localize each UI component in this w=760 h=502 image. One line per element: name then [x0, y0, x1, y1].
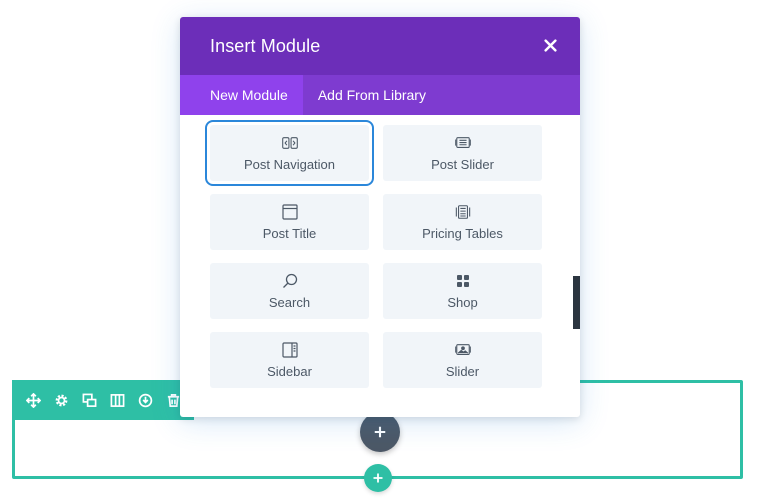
modal-body: Post Navigation Post Slider Post Title P… [180, 115, 580, 417]
module-label: Pricing Tables [422, 226, 503, 241]
tab-add-from-library[interactable]: Add From Library [303, 75, 441, 115]
module-label: Post Title [262, 226, 317, 241]
save-icon[interactable] [136, 391, 154, 409]
module-label: Post Slider [431, 157, 494, 172]
columns-icon[interactable] [108, 391, 126, 409]
tab-new-module[interactable]: New Module [180, 75, 303, 115]
post-navigation-icon [281, 134, 298, 152]
sidebar-icon [281, 341, 298, 359]
slider-icon [454, 341, 471, 359]
post-title-icon [281, 203, 298, 221]
shop-icon [455, 272, 471, 290]
add-module-button[interactable] [360, 412, 400, 452]
close-button[interactable] [542, 37, 558, 53]
module-label: Search [268, 295, 311, 310]
gear-icon[interactable] [52, 391, 70, 409]
module-post-title[interactable]: Post Title [210, 194, 369, 250]
scrollbar[interactable] [573, 276, 580, 329]
module-label: Slider [445, 364, 480, 379]
module-label: Shop [447, 295, 478, 310]
module-label: Post Navigation [243, 157, 336, 172]
module-slider[interactable]: Slider [383, 332, 542, 388]
modal-header: Insert Module [180, 17, 580, 75]
insert-module-modal: Insert Module New Module Add From Librar… [180, 17, 580, 417]
modal-tabs: New Module Add From Library [180, 75, 580, 115]
module-post-navigation[interactable]: Post Navigation [205, 120, 374, 186]
search-icon [282, 272, 298, 290]
module-grid: Post Navigation Post Slider Post Title P… [205, 120, 542, 388]
plus-icon [373, 473, 383, 483]
module-label: Sidebar [267, 364, 312, 379]
close-icon [543, 38, 557, 52]
section-toolbar [12, 380, 194, 420]
add-row-button[interactable] [364, 464, 392, 492]
duplicate-icon[interactable] [80, 391, 98, 409]
move-icon[interactable] [24, 391, 42, 409]
plus-icon [374, 426, 386, 438]
pricing-tables-icon [455, 203, 471, 221]
modal-title: Insert Module [210, 35, 321, 56]
module-pricing-tables[interactable]: Pricing Tables [383, 194, 542, 250]
module-shop[interactable]: Shop [383, 263, 542, 319]
module-sidebar[interactable]: Sidebar [210, 332, 369, 388]
module-search[interactable]: Search [210, 263, 369, 319]
module-post-slider[interactable]: Post Slider [383, 125, 542, 181]
post-slider-icon [454, 134, 471, 152]
